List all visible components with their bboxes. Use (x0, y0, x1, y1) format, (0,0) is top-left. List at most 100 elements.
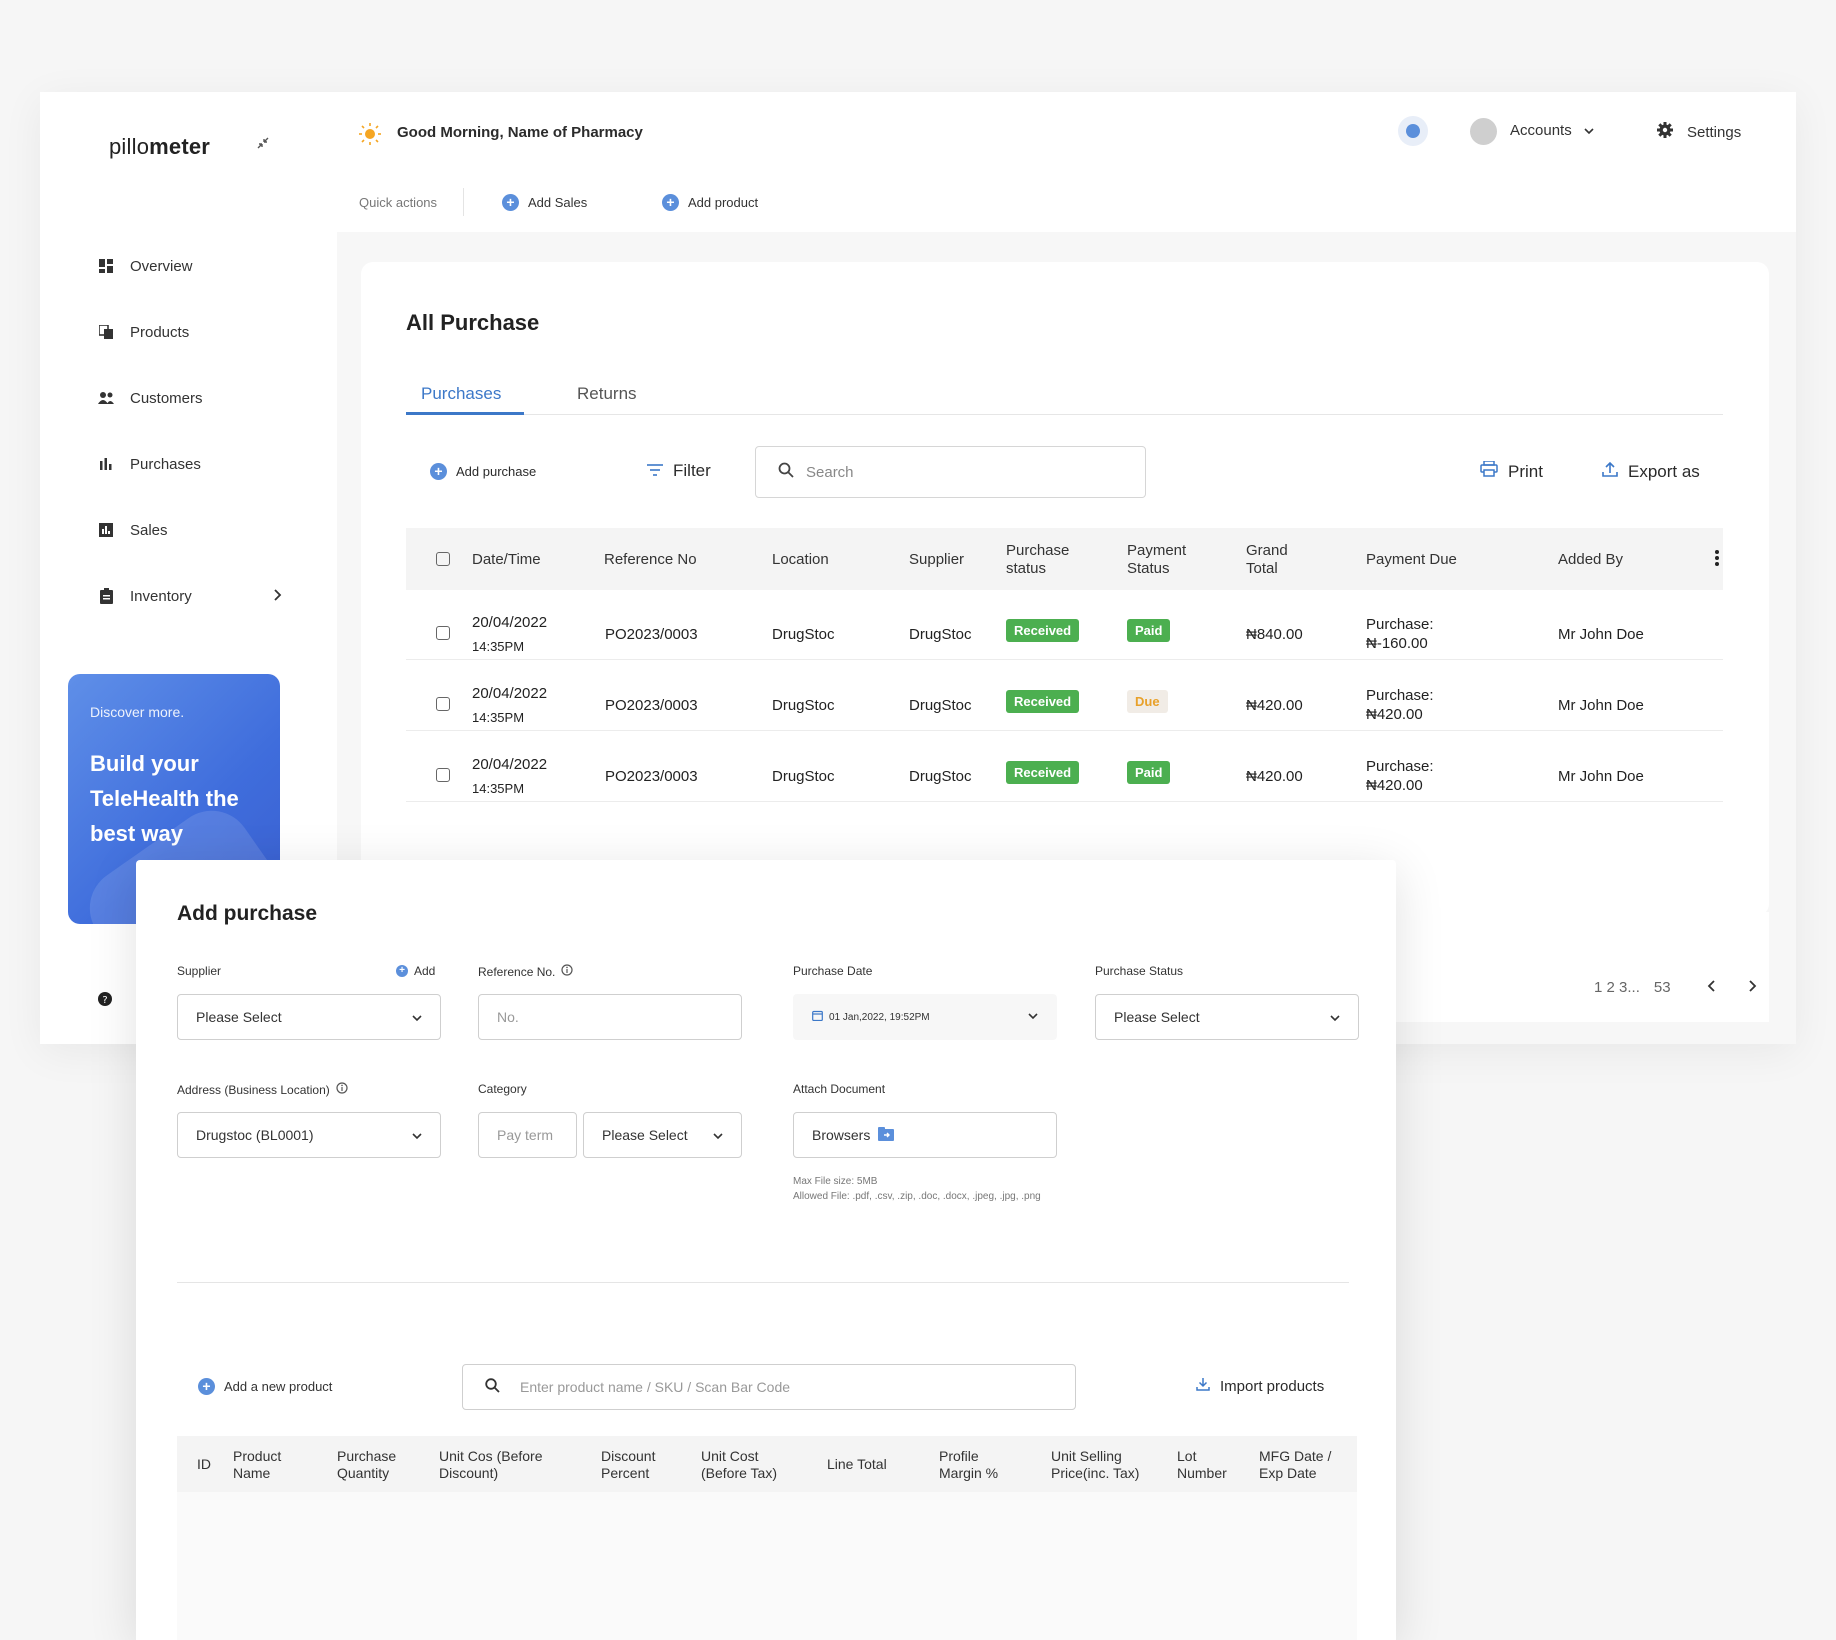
col-unit-selling-price: Unit Selling Price(inc. Tax) (1051, 1448, 1140, 1481)
add-product-button[interactable]: + Add product (662, 194, 758, 211)
add-product-label: Add product (688, 195, 759, 210)
chevron-right-icon (274, 588, 282, 605)
row-due-value: ₦420.00 (1366, 706, 1423, 723)
row-due-value: ₦-160.00 (1366, 635, 1428, 652)
purchase-date-picker[interactable]: 01 Jan,2022, 19:52PM (793, 994, 1057, 1040)
col-product-name: Product Name (233, 1448, 282, 1481)
chevron-right-icon[interactable] (1748, 979, 1757, 996)
col-id: ID (197, 1456, 211, 1472)
category-value: Please Select (602, 1127, 688, 1143)
row-time: 14:35PM (472, 781, 525, 796)
printer-icon (1480, 460, 1498, 482)
page-numbers[interactable]: 1 2 3... (1594, 979, 1640, 996)
info-icon (561, 964, 573, 979)
chevron-down-icon (1330, 1009, 1340, 1025)
tab-returns[interactable]: Returns (577, 384, 637, 404)
sidebar-item-sales[interactable]: Sales (98, 510, 288, 550)
sidebar-item-label: Purchases (130, 455, 201, 473)
row-time: 14:35PM (472, 710, 525, 725)
filter-button[interactable]: Filter (647, 461, 711, 481)
settings-label: Settings (1687, 123, 1742, 141)
reference-placeholder: No. (497, 1009, 519, 1025)
col-discount-percent: Discount Percent (601, 1448, 656, 1481)
row-reference[interactable]: PO2023/0003 (605, 697, 698, 715)
search-icon (778, 462, 794, 482)
pay-term-input[interactable]: Pay term (478, 1112, 577, 1158)
row-checkbox[interactable] (436, 768, 450, 782)
product-search-input[interactable]: Enter product name / SKU / Scan Bar Code (462, 1364, 1076, 1410)
sidebar-item-label: Sales (130, 521, 168, 539)
row-reference[interactable]: PO2023/0003 (605, 768, 698, 786)
purchase-status-select[interactable]: Please Select (1095, 994, 1359, 1040)
sidebar-item-label: Customers (130, 389, 203, 407)
more-vertical-icon[interactable] (1715, 550, 1719, 571)
page-last[interactable]: 53 (1654, 979, 1671, 996)
print-label: Print (1508, 461, 1543, 481)
payment-status-badge: Paid (1127, 761, 1171, 784)
row-checkbox[interactable] (436, 697, 450, 711)
sidebar-item-inventory[interactable]: Inventory (98, 576, 288, 616)
row-location: DrugStoc (772, 697, 835, 714)
logo: pillometer (109, 134, 211, 159)
plus-circle-icon: + (662, 194, 679, 211)
category-select[interactable]: Please Select (583, 1112, 742, 1158)
purchase-date-label: Purchase Date (793, 964, 873, 978)
table-row[interactable]: 20/04/2022 14:35PM PO2023/0003 DrugStoc Drug… (406, 590, 1723, 660)
sidebar-item-products[interactable]: Products (98, 312, 288, 352)
purchase-status-badge: Received (1006, 690, 1080, 713)
row-grand-total: ₦420.00 (1246, 768, 1303, 785)
add-sales-label: Add Sales (528, 195, 588, 210)
products-table-header: ID Product Name Purchase Quantity Unit C… (177, 1436, 1357, 1492)
col-line-total: Line Total (827, 1456, 887, 1472)
search-input[interactable]: Search (755, 446, 1146, 498)
reference-input[interactable]: No. (478, 994, 742, 1040)
upload-icon (1602, 461, 1618, 482)
collapse-sidebar-icon[interactable] (256, 136, 270, 154)
products-table-body (177, 1492, 1357, 1640)
col-payment-due: Payment Due (1366, 551, 1457, 568)
search-placeholder: Search (806, 463, 854, 481)
sidebar-item-overview[interactable]: Overview (98, 246, 288, 286)
svg-text:?: ? (102, 995, 107, 1006)
chevron-down-icon (1584, 122, 1594, 139)
supplier-select[interactable]: Please Select (177, 994, 441, 1040)
import-products-button[interactable]: Import products (1196, 1377, 1324, 1395)
add-new-product-button[interactable]: + Add a new product (198, 1378, 332, 1395)
help-icon[interactable]: ? (98, 992, 112, 1010)
table-row[interactable]: 20/04/2022 14:35PM PO2023/0003 DrugStoc Drug… (406, 732, 1723, 802)
address-select[interactable]: Drugstoc (BL0001) (177, 1112, 441, 1158)
avatar[interactable] (1470, 118, 1497, 145)
row-due-label: Purchase: (1366, 616, 1434, 633)
table-header: Date/Time Reference No Location Supplier… (406, 528, 1723, 590)
browse-file-button[interactable]: Browsers (793, 1112, 1057, 1158)
sidebar-item-purchases[interactable]: Purchases (98, 444, 288, 484)
supplier-value: Please Select (196, 1009, 282, 1025)
col-location: Location (772, 551, 829, 568)
row-reference[interactable]: PO2023/0003 (605, 626, 698, 644)
sidebar-item-label: Inventory (130, 587, 192, 605)
notification-bell-icon[interactable] (1398, 116, 1428, 146)
col-added-by: Added By (1558, 551, 1624, 568)
add-purchase-button[interactable]: + Add purchase (430, 463, 536, 480)
accounts-menu[interactable]: Accounts (1510, 122, 1594, 139)
add-supplier-label: Add (414, 964, 436, 978)
print-button[interactable]: Print (1480, 460, 1543, 482)
add-new-product-label: Add a new product (224, 1379, 333, 1394)
col-unit-cost-before-tax: Unit Cost (Before Tax) (701, 1448, 777, 1481)
table-row[interactable]: 20/04/2022 14:35PM PO2023/0003 DrugStoc Drug… (406, 661, 1723, 731)
copy-icon (98, 324, 114, 340)
add-sales-button[interactable]: + Add Sales (502, 194, 587, 211)
settings-button[interactable]: Settings (1657, 122, 1741, 142)
chevron-left-icon[interactable] (1707, 979, 1715, 996)
export-button[interactable]: Export as (1602, 461, 1700, 482)
row-checkbox[interactable] (436, 626, 450, 640)
col-mfg-exp-date: MFG Date / Exp Date (1259, 1448, 1332, 1481)
sidebar-item-customers[interactable]: Customers (98, 378, 288, 418)
col-purchase-quantity: Purchase Quantity (337, 1448, 397, 1481)
add-supplier-button[interactable]: + Add (396, 964, 435, 978)
col-grand-total: Grand Total (1246, 542, 1288, 577)
select-all-checkbox[interactable] (436, 552, 450, 566)
row-date: 20/04/2022 (472, 614, 548, 631)
purchase-date-value: 01 Jan,2022, 19:52PM (829, 1011, 930, 1023)
tab-purchases[interactable]: Purchases (421, 384, 501, 404)
